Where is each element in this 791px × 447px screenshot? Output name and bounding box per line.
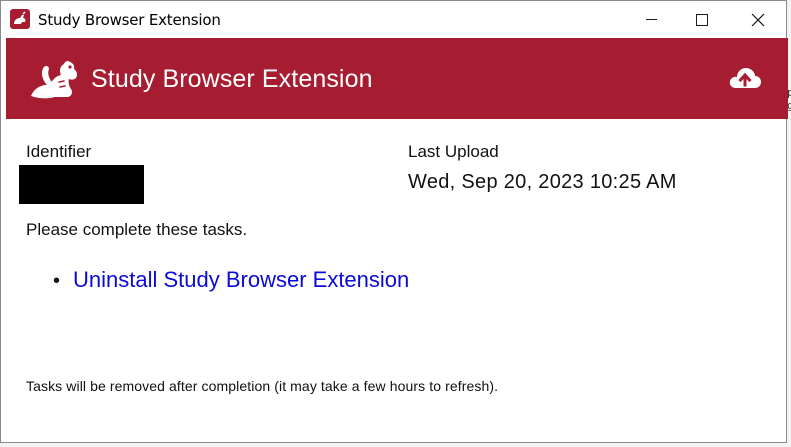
task-item: • Uninstall Study Browser Extension bbox=[53, 267, 409, 293]
maximize-icon bbox=[696, 13, 708, 26]
task-list: • Uninstall Study Browser Extension bbox=[53, 267, 409, 293]
close-button[interactable] bbox=[735, 1, 781, 38]
chipmunk-icon bbox=[31, 60, 78, 99]
identifier-value-redacted bbox=[19, 165, 144, 204]
task-uninstall-link[interactable]: Uninstall Study Browser Extension bbox=[73, 267, 409, 293]
maximize-button[interactable] bbox=[679, 1, 725, 38]
last-upload-label: Last Upload bbox=[408, 142, 499, 161]
extension-window: Study Browser Extension Study Browser Ex… bbox=[0, 0, 788, 443]
background-app-edge-bottom bbox=[0, 443, 791, 447]
app-icon bbox=[10, 9, 30, 29]
cloud-upload-icon bbox=[729, 68, 761, 88]
header-banner: Study Browser Extension bbox=[6, 38, 788, 119]
upload-button[interactable] bbox=[727, 63, 763, 93]
tasks-intro: Please complete these tasks. bbox=[26, 220, 248, 239]
last-upload-value: Wed, Sep 20, 2023 10:25 AM bbox=[408, 171, 677, 193]
identifier-label: Identifier bbox=[26, 142, 92, 161]
close-icon bbox=[751, 13, 765, 26]
minimize-icon bbox=[645, 19, 657, 20]
minimize-button[interactable] bbox=[628, 1, 674, 38]
window-title: Study Browser Extension bbox=[38, 11, 221, 29]
bullet: • bbox=[53, 270, 61, 292]
header-title: Study Browser Extension bbox=[91, 65, 373, 93]
title-bar[interactable]: Study Browser Extension bbox=[1, 1, 786, 38]
footer-note: Tasks will be removed after completion (… bbox=[26, 378, 499, 394]
